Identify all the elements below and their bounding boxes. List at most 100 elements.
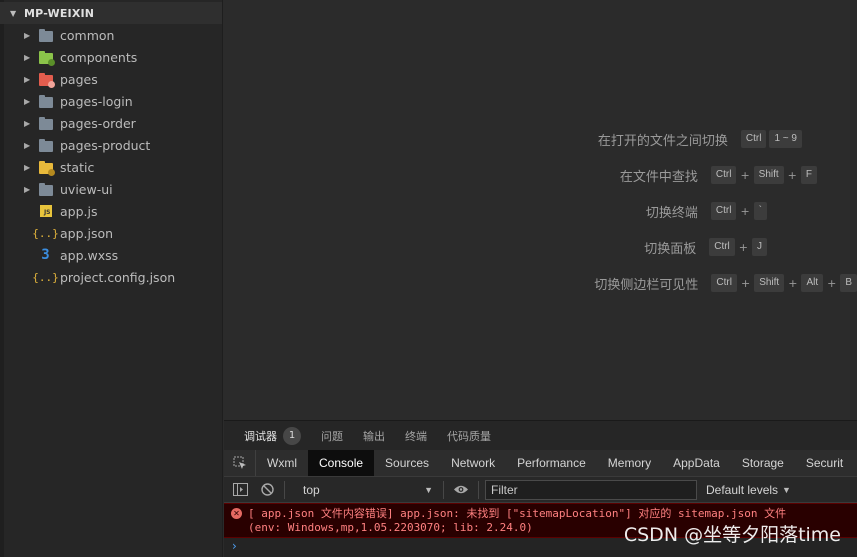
plus-separator: + xyxy=(740,204,750,218)
wxss-file-icon: 3 xyxy=(41,247,50,263)
tree-item-static[interactable]: ▶ static xyxy=(0,156,222,178)
log-levels-select[interactable]: Default levels ▼ xyxy=(706,483,791,497)
pages-folder-icon xyxy=(38,72,55,88)
inspect-element-button[interactable] xyxy=(224,450,256,476)
key-cap: Ctrl xyxy=(711,274,737,292)
chevron-right-icon[interactable]: ▶ xyxy=(24,31,30,40)
components-folder-icon xyxy=(38,50,55,66)
devtools-tab-wxml[interactable]: Wxml xyxy=(256,450,308,476)
tree-item-label: common xyxy=(60,27,115,43)
chevron-right-icon[interactable]: ▶ xyxy=(24,53,30,62)
dropdown-arrow-icon: ▼ xyxy=(424,484,433,495)
key-cap: Ctrl xyxy=(709,238,735,256)
plus-separator: + xyxy=(788,276,798,290)
explorer-sidebar: ▼ MP-WEIXIN ▶ common ▶ components ▶ page… xyxy=(0,0,223,557)
error-line-2: (env: Windows,mp,1.05.2203070; lib: 2.24… xyxy=(248,521,533,534)
js-file-icon: JS xyxy=(38,204,53,218)
log-levels-label: Default levels xyxy=(706,482,779,497)
tree-item-pages-login[interactable]: ▶ pages-login xyxy=(0,90,222,112)
editor-welcome: 在打开的文件之间切换 Ctrl 1 ~ 9 在文件中查找 Ctrl + Shif… xyxy=(224,0,857,420)
key-cap: B xyxy=(840,274,857,292)
tree-item-app-wxss[interactable]: 3 app.wxss xyxy=(0,244,222,266)
devtools-tab-bar: Wxml Console Sources Network Performance… xyxy=(224,450,857,477)
key-cap: ` xyxy=(753,202,767,220)
plus-separator: + xyxy=(827,276,837,290)
error-icon: ✕ xyxy=(231,508,242,519)
tree-item-pages-product[interactable]: ▶ pages-product xyxy=(0,134,222,156)
devtools-tab-performance[interactable]: Performance xyxy=(506,450,597,476)
plus-separator: + xyxy=(787,168,797,182)
tree-item-app-js[interactable]: JS app.js xyxy=(0,200,222,222)
tab-label: 终端 xyxy=(405,429,427,443)
tree-item-label: components xyxy=(60,49,138,65)
context-select[interactable]: top ▼ xyxy=(301,480,437,500)
devtools-tab-appdata[interactable]: AppData xyxy=(662,450,731,476)
tree-item-label: pages-product xyxy=(60,137,151,153)
chevron-right-icon[interactable]: ▶ xyxy=(24,97,30,106)
count-badge: 1 xyxy=(283,426,301,445)
devtools-tab-memory[interactable]: Memory xyxy=(597,450,662,476)
tree-item-label: pages-login xyxy=(60,93,133,109)
shortcut-toggle-panel: 切换面板 Ctrl + J xyxy=(644,237,767,257)
tab-debugger[interactable]: 调试器 1 xyxy=(244,426,301,445)
tree-item-project-config-json[interactable]: {..} project.config.json xyxy=(0,266,222,288)
tree-item-label: static xyxy=(60,159,95,175)
tree-item-common[interactable]: ▶ common xyxy=(0,24,222,46)
tree-item-pages[interactable]: ▶ pages xyxy=(0,68,222,90)
tree-item-label: app.js xyxy=(60,203,98,219)
chevron-right-icon[interactable]: ▶ xyxy=(24,141,30,150)
tree-item-label: app.wxss xyxy=(60,247,119,263)
tab-label: 调试器 xyxy=(244,429,277,443)
shortcut-toggle-terminal: 切换终端 Ctrl + ` xyxy=(646,201,767,221)
dropdown-arrow-icon: ▼ xyxy=(782,484,791,495)
sidebar-toggle-icon xyxy=(232,483,248,496)
file-tree: ▶ common ▶ components ▶ pages ▶ pages-lo… xyxy=(0,24,222,288)
devtools-tab-network[interactable]: Network xyxy=(440,450,506,476)
tab-terminal[interactable]: 终端 xyxy=(405,428,427,444)
folder-icon xyxy=(38,94,53,108)
shortcut-label: 切换侧边栏可见性 xyxy=(594,277,699,293)
explorer-root[interactable]: ▼ MP-WEIXIN xyxy=(0,2,222,24)
chevron-right-icon[interactable]: ▶ xyxy=(24,163,30,172)
tree-item-app-json[interactable]: {..} app.json xyxy=(0,222,222,244)
folder-icon xyxy=(38,116,53,130)
chevron-right-icon[interactable]: ▶ xyxy=(24,119,30,128)
tab-output[interactable]: 输出 xyxy=(363,428,385,444)
devtools-tab-sources[interactable]: Sources xyxy=(374,450,440,476)
tree-item-label: app.json xyxy=(60,225,114,241)
tree-item-uview-ui[interactable]: ▶ uview-ui xyxy=(0,178,222,200)
tree-item-pages-order[interactable]: ▶ pages-order xyxy=(0,112,222,134)
plus-separator: + xyxy=(738,240,748,254)
tab-problems[interactable]: 问题 xyxy=(321,428,343,444)
toolbar-divider xyxy=(443,480,444,499)
folder-icon xyxy=(38,138,53,152)
chevron-right-icon[interactable]: ▶ xyxy=(24,75,30,84)
key-cap: F xyxy=(800,166,817,184)
show-sidebar-button[interactable] xyxy=(229,479,251,501)
chevron-down-icon[interactable]: ▼ xyxy=(10,9,24,18)
tree-item-label: uview-ui xyxy=(60,181,113,197)
devtools-tab-security[interactable]: Securit xyxy=(795,450,854,476)
toolbar-divider xyxy=(478,480,479,499)
devtools-tab-storage[interactable]: Storage xyxy=(731,450,795,476)
shortcut-find-in-files: 在文件中查找 Ctrl + Shift + F xyxy=(620,165,817,185)
shortcut-label: 在打开的文件之间切换 xyxy=(597,133,728,149)
tab-label: 问题 xyxy=(321,429,343,443)
console-toolbar: top ▼ Default levels ▼ xyxy=(224,477,857,503)
plus-separator: + xyxy=(740,168,750,182)
filter-input[interactable] xyxy=(485,479,697,500)
folder-icon xyxy=(38,28,53,42)
live-expression-button[interactable] xyxy=(450,479,472,501)
key-cap: Ctrl xyxy=(710,202,737,220)
devtools-tab-console[interactable]: Console xyxy=(308,450,375,476)
clear-console-button[interactable] xyxy=(256,479,278,501)
key-cap: Shift xyxy=(754,274,785,292)
chevron-right-icon[interactable]: ▶ xyxy=(24,185,30,194)
tab-code-quality[interactable]: 代码质量 xyxy=(447,428,491,444)
shortcut-label: 切换终端 xyxy=(645,205,698,221)
eye-icon xyxy=(454,485,468,494)
shortcut-label: 在文件中查找 xyxy=(619,169,698,185)
static-folder-icon xyxy=(38,160,55,176)
tree-item-components[interactable]: ▶ components xyxy=(0,46,222,68)
json-file-icon: {..} xyxy=(32,226,59,240)
